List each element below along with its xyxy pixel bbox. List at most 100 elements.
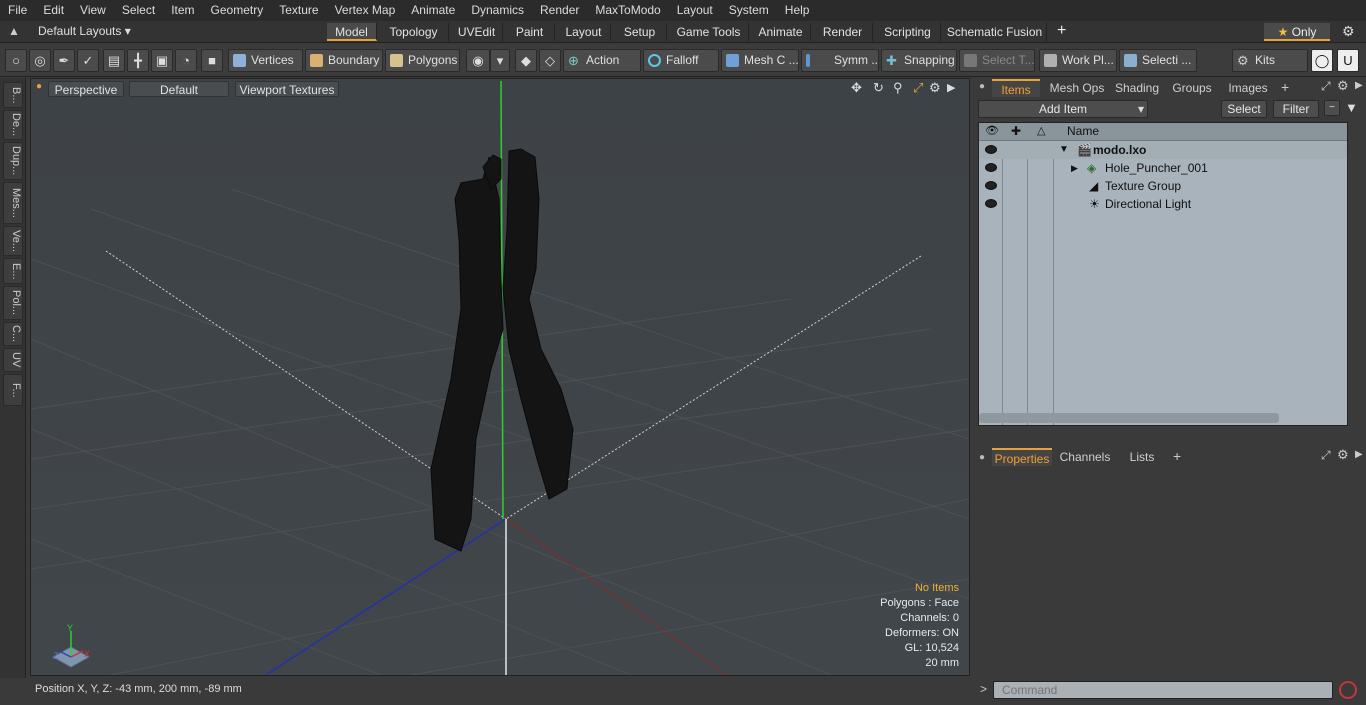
tab-animate[interactable]: Animate	[751, 23, 811, 41]
rotate-icon[interactable]: ↻	[873, 80, 884, 96]
left-tab-1[interactable]: B...	[3, 82, 23, 108]
circle-select-icon[interactable]: ○	[5, 49, 27, 72]
command-input[interactable]	[993, 681, 1333, 699]
eye-icon[interactable]	[985, 181, 997, 190]
layout-selector[interactable]: Default Layouts ▾	[38, 24, 131, 38]
panel-maximize-icon[interactable]: ⤢	[1321, 79, 1331, 94]
tab-scripting[interactable]: Scripting	[875, 23, 941, 41]
tab-groups[interactable]: Groups	[1167, 79, 1217, 97]
menu-system[interactable]: System	[721, 0, 777, 21]
vertices-button[interactable]: Vertices	[228, 49, 303, 72]
menu-layout[interactable]: Layout	[669, 0, 721, 21]
left-tab-8[interactable]: C...	[3, 322, 23, 346]
eye-icon[interactable]	[985, 199, 997, 208]
viewport-scene[interactable]: Y X Z	[31, 79, 969, 675]
maximize-icon[interactable]: ⤢	[913, 80, 923, 96]
left-tab-6[interactable]: E...	[3, 258, 23, 284]
add-panel-tab-icon[interactable]: +	[1281, 79, 1289, 95]
collapse-list-icon[interactable]: −	[1324, 100, 1340, 116]
props-gear-icon[interactable]: ⚙	[1337, 447, 1349, 463]
tab-topology[interactable]: Topology	[379, 23, 449, 41]
pen-icon[interactable]: ✒	[53, 49, 75, 72]
expand-icon[interactable]: ▼	[1059, 141, 1069, 159]
add-item-button[interactable]: Add Item ▾	[978, 100, 1148, 118]
left-tab-5[interactable]: Ve...	[3, 226, 23, 256]
unreal-icon[interactable]: U	[1337, 49, 1359, 72]
align-icon[interactable]: ▤	[103, 49, 125, 72]
left-tab-7[interactable]: Pol...	[3, 286, 23, 320]
action-button[interactable]: ⊕ Action	[563, 49, 641, 72]
shield-alt-icon[interactable]: ◇	[539, 49, 561, 72]
panel-gear-icon[interactable]: ⚙	[1337, 78, 1349, 94]
tab-schematic-fusion[interactable]: Schematic Fusion	[943, 23, 1047, 41]
tab-images[interactable]: Images	[1223, 79, 1273, 97]
shield-icon[interactable]: ◆	[515, 49, 537, 72]
menu-texture[interactable]: Texture	[271, 0, 326, 21]
kits-button[interactable]: ⚙ Kits	[1232, 49, 1308, 72]
gear-icon[interactable]: ⚙	[1342, 23, 1355, 40]
viewport-textures-button[interactable]: Viewport Textures	[235, 81, 339, 97]
selection-sets-button[interactable]: Selecti ...	[1119, 49, 1197, 72]
panel-arrow-icon[interactable]: ▶	[1355, 80, 1363, 91]
polygons-button[interactable]: Polygons	[385, 49, 460, 72]
cube-icon[interactable]: ■	[201, 49, 223, 72]
3d-viewport[interactable]: Y X Z ● Perspective Default Viewport Tex…	[30, 78, 970, 676]
left-tab-2[interactable]: De...	[3, 110, 23, 140]
name-column-header[interactable]: Name	[1067, 124, 1099, 138]
tab-paint[interactable]: Paint	[505, 23, 555, 41]
add-tab-icon[interactable]: +	[1057, 22, 1066, 40]
tab-shading[interactable]: Shading	[1111, 79, 1163, 97]
add-props-tab-icon[interactable]: +	[1173, 448, 1181, 464]
menu-dynamics[interactable]: Dynamics	[463, 0, 532, 21]
shading-mode-button[interactable]: Default	[129, 81, 229, 97]
viewport-gear-icon[interactable]: ⚙	[929, 80, 941, 96]
menu-maxtomodo[interactable]: MaxToModo	[587, 0, 668, 21]
brush-icon[interactable]: ✓	[77, 49, 99, 72]
menu-view[interactable]: View	[72, 0, 114, 21]
square-select-icon[interactable]: ▣	[151, 49, 173, 72]
funnel-icon[interactable]: ▼	[1345, 100, 1358, 115]
select-button[interactable]: Select	[1221, 100, 1267, 118]
view-type-button[interactable]: Perspective	[48, 81, 124, 97]
props-arrow-icon[interactable]: ▶	[1355, 449, 1363, 460]
unity-icon[interactable]: ◯	[1311, 49, 1333, 72]
menu-geometry[interactable]: Geometry	[203, 0, 272, 21]
tab-channels[interactable]: Channels	[1057, 448, 1113, 466]
menu-render[interactable]: Render	[532, 0, 587, 21]
left-tab-10[interactable]: F...	[3, 374, 23, 406]
record-icon[interactable]	[1339, 681, 1357, 699]
viewport-options-icon[interactable]: ●	[36, 81, 42, 92]
expand-icon[interactable]: ▶	[1071, 159, 1078, 177]
center-icon[interactable]: ╋	[127, 49, 149, 72]
globe-icon[interactable]: ◎	[29, 49, 51, 72]
boundary-button[interactable]: Boundary	[305, 49, 383, 72]
panel-options-icon[interactable]: ●	[979, 81, 985, 92]
props-maximize-icon[interactable]: ⤢	[1321, 448, 1331, 463]
circle-half-icon[interactable]: ◔	[175, 49, 197, 72]
list-item[interactable]: ◢ Texture Group	[979, 177, 1347, 195]
tab-render[interactable]: Render	[813, 23, 873, 41]
menu-vertex-map[interactable]: Vertex Map	[327, 0, 404, 21]
properties-options-icon[interactable]: ●	[979, 452, 985, 463]
eye-icon[interactable]	[985, 145, 997, 154]
snapping-button[interactable]: ✚ Snapping	[881, 49, 957, 72]
tab-mesh-ops[interactable]: Mesh Ops	[1047, 79, 1107, 97]
tab-uvedit[interactable]: UVEdit	[451, 23, 503, 41]
work-plane-button[interactable]: Work Pl...	[1039, 49, 1117, 72]
falloff-button[interactable]: Falloff	[643, 49, 719, 72]
left-tab-4[interactable]: Mes...	[3, 182, 23, 224]
expand-arrow-icon[interactable]: ▶	[947, 81, 955, 94]
symmetry-button[interactable]: Symm ...	[801, 49, 879, 72]
tab-model[interactable]: Model	[327, 23, 377, 41]
tab-setup[interactable]: Setup	[613, 23, 667, 41]
list-item[interactable]: ☀ Directional Light	[979, 195, 1347, 213]
dropdown-arrow-icon[interactable]: ▾	[490, 49, 510, 72]
collapse-icon[interactable]: ▲	[8, 24, 20, 38]
tab-properties[interactable]: Properties	[992, 448, 1052, 466]
list-item[interactable]: ▼ 🎬 modo.lxo	[979, 141, 1347, 159]
menu-item[interactable]: Item	[163, 0, 202, 21]
menu-edit[interactable]: Edit	[35, 0, 72, 21]
select-through-button[interactable]: Select T...	[959, 49, 1035, 72]
menu-select[interactable]: Select	[114, 0, 163, 21]
zoom-icon[interactable]: ⚲	[893, 80, 903, 96]
